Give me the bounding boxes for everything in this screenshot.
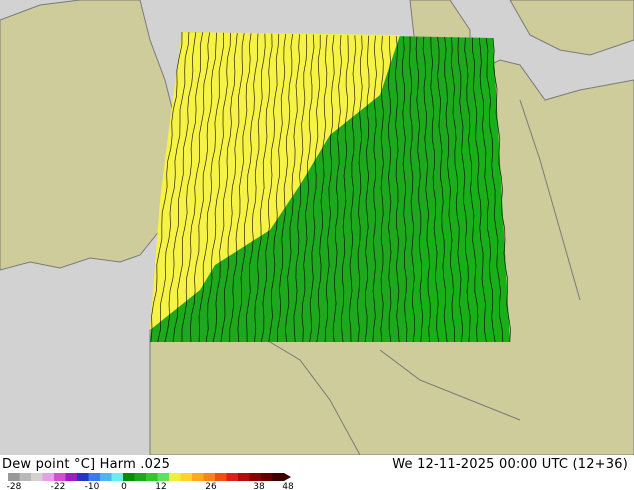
map-title: Dew point °C] Harm .025 (2, 457, 170, 472)
scale-tick-label: -22 (51, 482, 66, 490)
dew-point-map (0, 0, 634, 456)
scale-tick-label: 26 (205, 482, 217, 490)
scale-swatch (42, 473, 55, 481)
scale-swatch (8, 473, 20, 481)
scale-swatch (19, 473, 32, 481)
scale-swatch (192, 473, 204, 481)
scale-swatch (134, 473, 147, 481)
forecast-domain (150, 31, 511, 343)
scale-swatch (261, 473, 273, 481)
scale-swatch (31, 473, 43, 481)
color-scale: -28 -22 -10 0 12 26 38 48 (7, 473, 294, 490)
scale-swatch (54, 473, 66, 481)
scale-swatch (65, 473, 78, 481)
scale-swatch (157, 473, 170, 481)
scale-swatch (111, 473, 124, 481)
scale-swatch (215, 473, 227, 481)
scale-swatch (226, 473, 239, 481)
scale-tick-label: 48 (282, 482, 294, 490)
scale-swatch (249, 473, 262, 481)
model-label: Harm .025 (99, 457, 171, 472)
valid-time-label: We 12-11-2025 00:00 UTC (12+36) (392, 457, 628, 472)
scale-swatch (77, 473, 89, 481)
scale-swatch (169, 473, 181, 481)
scale-swatch (100, 473, 112, 481)
scale-tick-label: 12 (155, 482, 166, 490)
scale-swatch (180, 473, 193, 481)
great-britain-land (0, 0, 176, 271)
scale-tick-label: 0 (121, 482, 127, 490)
scale-swatch (88, 473, 101, 481)
scale-swatch (123, 473, 135, 481)
scale-tick-label: 38 (253, 482, 265, 490)
scale-swatch (146, 473, 158, 481)
map-panel[interactable] (0, 0, 634, 456)
scale-tick-label: -10 (85, 482, 100, 490)
variable-label: Dew point °C] (2, 457, 96, 472)
footer-bar: Dew point °C] Harm .025 We 12-11-2025 00… (0, 455, 634, 490)
scale-swatch (203, 473, 216, 481)
scale-tick-label: -28 (7, 482, 22, 490)
scale-swatch (272, 473, 285, 481)
scale-arrow (284, 473, 291, 481)
scale-swatch (238, 473, 250, 481)
